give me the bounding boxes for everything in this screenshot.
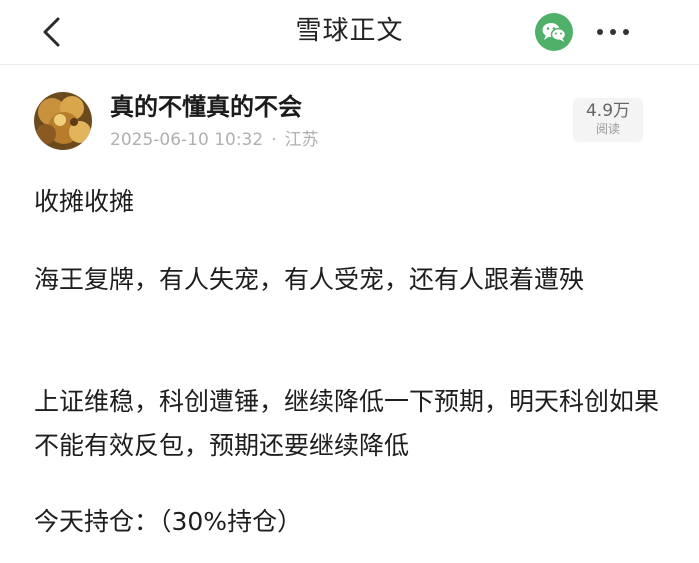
more-options-button[interactable] bbox=[592, 20, 636, 44]
post-paragraph: 收摊收摊 bbox=[34, 187, 135, 216]
wechat-icon bbox=[542, 23, 567, 42]
post-meta: 2025-06-10 10:32 · 江苏 bbox=[110, 128, 319, 152]
post-location: 江苏 bbox=[284, 130, 319, 150]
view-count-badge: 4.9万 阅读 bbox=[573, 98, 643, 142]
top-nav-bar: 雪球正文 bbox=[0, 0, 699, 65]
post-paragraph: 上证维稳，科创遭锤，继续降低一下预期，明天科创如果不能有效反包，预期还要继续降低 bbox=[34, 387, 660, 460]
post-detail-screen: 雪球正文 真的不懂真的不会 2025-06-10 10:32 · 江苏 4.9万… bbox=[0, 0, 699, 563]
wechat-share-button[interactable] bbox=[535, 13, 573, 51]
view-count: 4.9万 bbox=[585, 101, 631, 121]
post-paragraph: 今天持仓：（30%持仓） bbox=[34, 507, 303, 536]
post-timestamp: 2025-06-10 10:32 bbox=[110, 130, 264, 150]
meta-separator: · bbox=[271, 130, 277, 150]
post-paragraph: 海王复牌，有人失宠，有人受宠，还有人跟着遭殃 bbox=[34, 265, 585, 294]
view-count-label: 阅读 bbox=[595, 122, 620, 136]
avatar-image bbox=[34, 92, 92, 150]
avatar[interactable] bbox=[34, 92, 92, 150]
author-name[interactable]: 真的不懂真的不会 bbox=[110, 92, 302, 122]
